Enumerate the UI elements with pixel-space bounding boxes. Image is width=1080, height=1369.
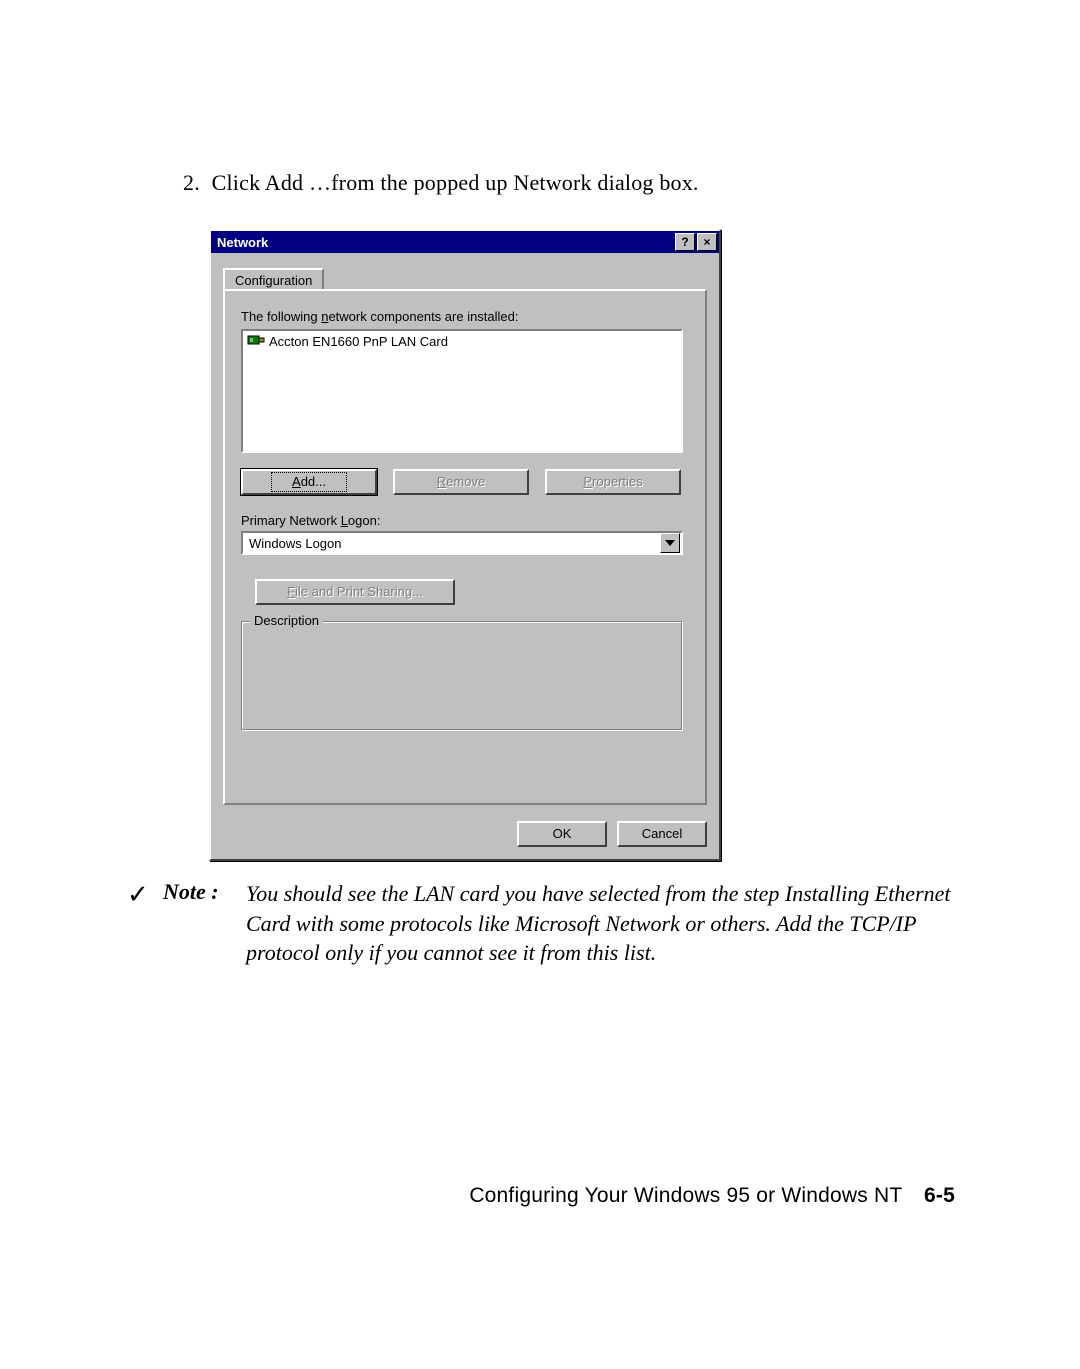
list-item[interactable]: Accton EN1660 PnP LAN Card xyxy=(243,331,681,351)
help-icon: ? xyxy=(681,236,688,248)
file-and-print-sharing-button[interactable]: File and Print Sharing... xyxy=(255,579,455,605)
tabstrip: Configuration xyxy=(223,266,324,290)
footer-text: Configuring Your Windows 95 or Windows N… xyxy=(469,1184,902,1207)
cancel-button[interactable]: Cancel xyxy=(617,821,707,847)
tab-label: Configuration xyxy=(235,273,312,288)
tab-panel: The following network components are ins… xyxy=(223,289,707,805)
properties-button[interactable]: Properties xyxy=(545,469,681,495)
network-adapter-icon xyxy=(247,333,265,349)
add-button[interactable]: Add... xyxy=(241,469,377,495)
primary-logon-label: Primary Network Logon: xyxy=(241,513,380,528)
help-button[interactable]: ? xyxy=(675,233,695,251)
components-listbox[interactable]: Accton EN1660 PnP LAN Card xyxy=(241,329,683,453)
titlebar: Network ? × xyxy=(211,231,719,253)
group-legend: Description xyxy=(250,613,323,628)
page-footer: Configuring Your Windows 95 or Windows N… xyxy=(469,1184,955,1208)
note-label: Note : xyxy=(163,879,219,905)
close-button[interactable]: × xyxy=(697,233,717,251)
instruction-number: 2. xyxy=(183,170,200,195)
remove-button[interactable]: Remove xyxy=(393,469,529,495)
instruction-line: 2. Click Add …from the popped up Network… xyxy=(183,170,699,196)
network-dialog: Network ? × Configuration The following … xyxy=(209,229,721,861)
note-text: You should see the LAN card you have sel… xyxy=(246,879,966,968)
chevron-down-icon[interactable] xyxy=(660,533,680,553)
close-icon: × xyxy=(703,236,710,248)
combo-value: Windows Logon xyxy=(243,536,659,551)
description-group: Description xyxy=(241,621,683,731)
instruction-text: Click Add …from the popped up Network di… xyxy=(212,170,699,195)
ok-button[interactable]: OK xyxy=(517,821,607,847)
page-number: 6-5 xyxy=(924,1184,955,1207)
primary-logon-combo[interactable]: Windows Logon xyxy=(241,531,683,555)
list-item-label: Accton EN1660 PnP LAN Card xyxy=(269,334,448,349)
dialog-title: Network xyxy=(217,235,268,250)
check-icon: ✓ xyxy=(127,880,149,910)
installed-label: The following network components are ins… xyxy=(241,309,519,324)
